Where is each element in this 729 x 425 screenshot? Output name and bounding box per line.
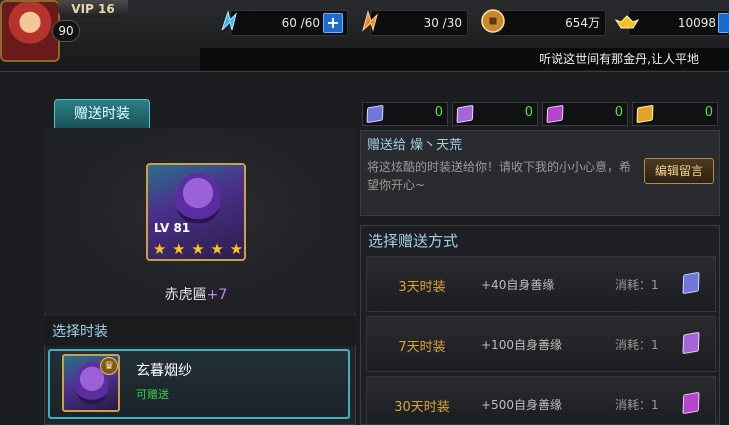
stamina-value: 60 /60 — [281, 16, 320, 30]
option-bonus: +40自身善缘 — [481, 278, 555, 292]
fashion-name: 玄暮烟纱 — [136, 363, 192, 379]
star-icon: ★ — [191, 240, 205, 258]
crown-badge-icon: ♛ — [100, 357, 118, 375]
add-gold-button[interactable] — [718, 13, 729, 33]
option-name: 7天时装 — [398, 340, 446, 355]
gold-voucher-icon — [636, 104, 654, 124]
character-name: 赤虎匾+7 — [146, 284, 246, 304]
select-fashion-title: 选择时装 — [52, 324, 108, 340]
character-name-text: 赤虎匾 — [164, 287, 207, 303]
gift-option-3days[interactable]: 3天时装 +40自身善缘 消耗：1 — [366, 256, 716, 312]
fashion-status: 可赠送 — [136, 388, 169, 401]
violet-voucher-icon — [682, 331, 700, 355]
token-count: 0 — [434, 105, 443, 120]
energy-value: 30 /30 — [423, 16, 462, 30]
option-bonus: +500自身善缘 — [481, 398, 562, 412]
token-count: 0 — [614, 105, 623, 120]
blue-voucher-icon — [366, 104, 384, 124]
purple-voucher-icon — [546, 104, 564, 124]
star-icon: ★ — [210, 240, 224, 258]
character-level: LV 81 — [154, 221, 191, 235]
player-level: 90 — [52, 20, 80, 42]
star-rating: ★ ★ ★ ★ ★ — [150, 240, 244, 258]
token-slot-blue: 0 — [362, 102, 448, 126]
option-cost: 消耗：1 — [615, 398, 659, 412]
token-slot-purple: 0 — [542, 102, 628, 126]
star-icon: ★ — [172, 240, 186, 258]
gift-option-7days[interactable]: 7天时装 +100自身善缘 消耗：1 — [366, 316, 716, 372]
option-name: 30天时装 — [394, 400, 450, 415]
vip-badge[interactable]: VIP 16 — [58, 0, 128, 18]
option-bonus: +100自身善缘 — [481, 338, 562, 352]
stamina-icon — [214, 6, 244, 36]
option-cost: 消耗：1 — [615, 338, 659, 352]
gift-recipient: 赠送给 燥丶天荒 — [367, 138, 463, 153]
coin-icon — [478, 6, 508, 36]
violet-voucher-icon — [456, 104, 474, 124]
marquee-text: 听说这世间有那金丹,让人平地 — [200, 48, 729, 70]
character-figure — [176, 173, 220, 223]
option-name: 3天时装 — [398, 280, 446, 295]
energy-icon — [356, 6, 386, 36]
character-plus: +7 — [206, 287, 228, 303]
gold-value: 10098 — [677, 16, 716, 30]
token-slot-violet: 0 — [452, 102, 538, 126]
gift-option-30days[interactable]: 30天时装 +500自身善缘 消耗：1 — [366, 376, 716, 425]
token-count: 0 — [704, 105, 713, 120]
option-cost: 消耗：1 — [615, 278, 659, 292]
purple-voucher-icon — [682, 391, 700, 415]
token-slot-gold: 0 — [632, 102, 718, 126]
gold-ingot-icon — [612, 6, 642, 36]
coins-value: 654万 — [565, 16, 600, 30]
star-icon: ★ — [229, 240, 244, 258]
gift-method-title: 选择赠送方式 — [368, 232, 459, 250]
star-icon: ★ — [152, 240, 167, 258]
add-stamina-button[interactable]: + — [323, 13, 343, 33]
gift-message: 将这炫酷的时装送给你！请收下我的小小心意，希望你开心~ — [367, 160, 632, 192]
blue-voucher-icon — [682, 271, 700, 295]
tab-gift-fashion[interactable]: 赠送时装 — [54, 99, 150, 129]
player-avatar[interactable] — [0, 0, 60, 62]
character-portrait: LV 81 ★ ★ ★ ★ ★ — [146, 163, 246, 261]
token-count: 0 — [524, 105, 533, 120]
edit-message-button[interactable]: 编辑留言 — [644, 158, 714, 184]
